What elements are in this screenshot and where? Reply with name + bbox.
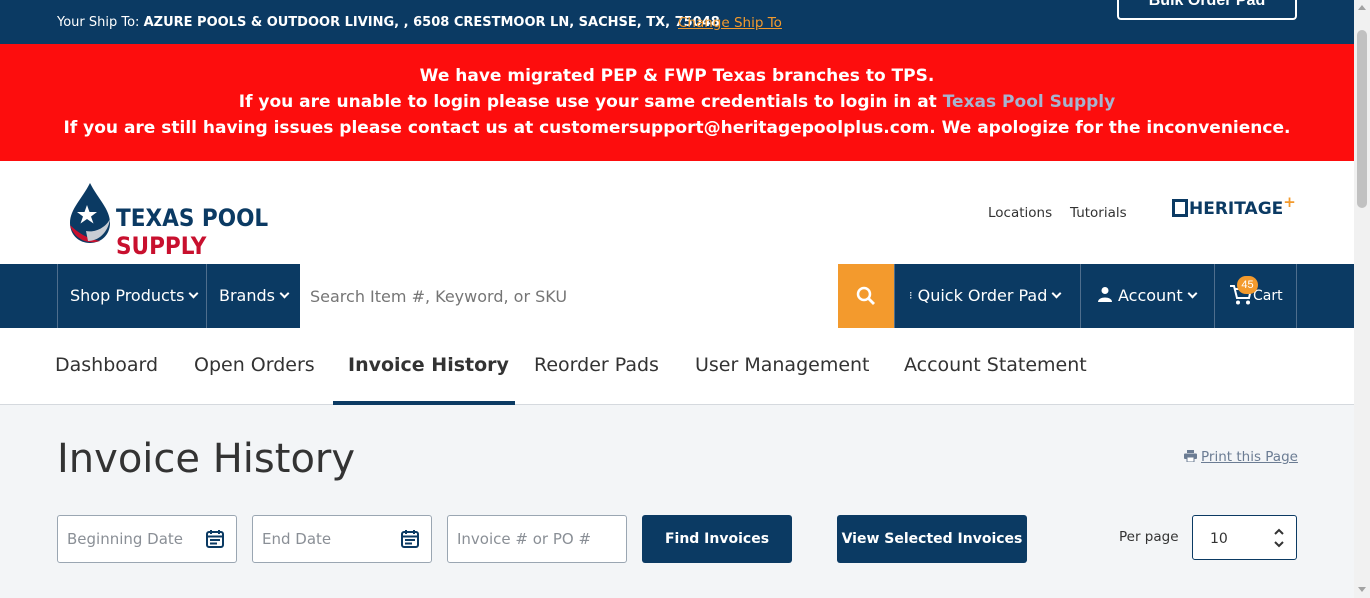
calendar-icon[interactable] xyxy=(205,529,225,549)
account-tabs: Dashboard Open Orders Invoice History Re… xyxy=(0,328,1354,405)
cart-count-badge: 45 xyxy=(1237,276,1258,294)
change-ship-to-link[interactable]: Change Ship To xyxy=(678,15,782,31)
chevron-down-icon xyxy=(1187,288,1198,299)
cart-button[interactable]: Cart xyxy=(1214,264,1297,328)
ship-to-text: Your Ship To: AZURE POOLS & OUTDOOR LIVI… xyxy=(57,15,720,30)
droplet-star-icon xyxy=(70,183,110,243)
chevron-down-icon xyxy=(188,288,199,299)
user-icon xyxy=(1098,287,1112,302)
main-nav: Shop Products Brands ⁝ Quick Order Pad A… xyxy=(0,264,1354,328)
quick-order-pad-menu[interactable]: ⁝ Quick Order Pad xyxy=(894,264,1081,328)
texas-pool-supply-link[interactable]: Texas Pool Supply xyxy=(943,92,1116,112)
logo-text: TEXAS POOL SUPPLY xyxy=(116,204,269,260)
alert-line-1: We have migrated PEP & FWP Texas branche… xyxy=(419,66,935,86)
beginning-date-field[interactable]: Beginning Date xyxy=(57,515,237,563)
scroll-down-arrow-icon[interactable] xyxy=(1358,587,1366,592)
scrollbar-thumb[interactable] xyxy=(1357,30,1367,208)
scroll-up-arrow-icon[interactable] xyxy=(1358,5,1366,10)
migration-alert-banner: We have migrated PEP & FWP Texas branche… xyxy=(0,44,1354,161)
view-selected-invoices-button[interactable]: View Selected Invoices xyxy=(837,515,1027,563)
shop-products-menu[interactable]: Shop Products xyxy=(57,264,207,328)
alert-line-2-text: If you are unable to login please use yo… xyxy=(238,92,943,112)
search-button[interactable] xyxy=(838,264,894,328)
heritage-h-icon xyxy=(1172,199,1188,217)
chevron-down-icon xyxy=(1051,288,1062,299)
tab-reorder-pads[interactable]: Reorder Pads xyxy=(534,354,659,376)
ship-to-label: Your Ship To: xyxy=(57,15,144,30)
page-scrollbar[interactable] xyxy=(1354,0,1370,598)
spinner-arrows-icon[interactable] xyxy=(1273,526,1285,550)
per-page-select[interactable]: 10 xyxy=(1192,515,1297,560)
tab-account-statement[interactable]: Account Statement xyxy=(904,354,1087,376)
active-tab-indicator xyxy=(333,401,515,405)
invoice-po-field[interactable]: Invoice # or PO # xyxy=(447,515,627,563)
ship-to-address: AZURE POOLS & OUTDOOR LIVING, , 6508 CRE… xyxy=(143,15,720,30)
alert-line-2: If you are unable to login please use yo… xyxy=(0,92,1354,112)
bulk-order-pad-button[interactable]: Bulk Order Pad xyxy=(1117,0,1297,20)
end-date-field[interactable]: End Date xyxy=(252,515,432,563)
chevron-down-icon xyxy=(279,288,290,299)
tab-open-orders[interactable]: Open Orders xyxy=(194,354,315,376)
top-bar: Your Ship To: AZURE POOLS & OUTDOOR LIVI… xyxy=(0,0,1354,44)
search-icon xyxy=(856,286,875,305)
alert-line-3: If you are still having issues please co… xyxy=(63,118,1291,138)
printer-icon xyxy=(1184,450,1197,463)
locations-link[interactable]: Locations xyxy=(988,205,1052,221)
tutorials-link[interactable]: Tutorials xyxy=(1070,205,1127,221)
tab-user-management[interactable]: User Management xyxy=(695,354,870,376)
heritage-logo[interactable]: HERITAGE+ xyxy=(1172,193,1296,219)
brands-menu[interactable]: Brands xyxy=(206,264,300,328)
tab-dashboard[interactable]: Dashboard xyxy=(55,354,158,376)
list-icon: ⁝ xyxy=(909,289,913,302)
texas-pool-supply-logo[interactable]: TEXAS POOL SUPPLY xyxy=(66,181,326,260)
tab-invoice-history[interactable]: Invoice History xyxy=(348,354,509,376)
calendar-icon[interactable] xyxy=(400,529,420,549)
page-title: Invoice History xyxy=(57,436,356,482)
print-page-link[interactable]: Print this Page xyxy=(1184,449,1298,465)
per-page-label: Per page xyxy=(1119,529,1179,545)
find-invoices-button[interactable]: Find Invoices xyxy=(642,515,792,563)
account-menu[interactable]: Account xyxy=(1080,264,1215,328)
site-header: TEXAS POOL SUPPLY Locations Tutorials HE… xyxy=(0,161,1354,264)
search-input[interactable] xyxy=(300,264,838,328)
